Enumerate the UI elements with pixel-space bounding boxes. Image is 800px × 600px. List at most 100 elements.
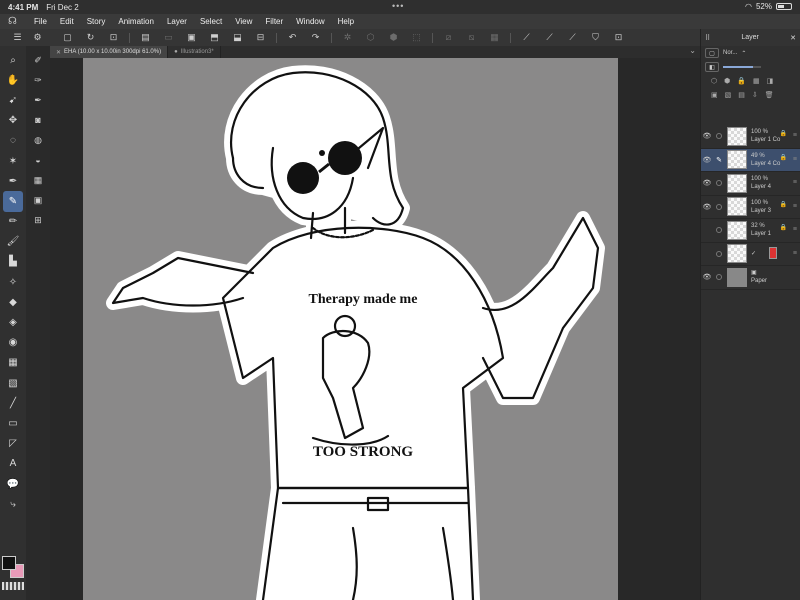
lasso-tool-icon[interactable]: ◌: [3, 131, 23, 151]
merge-icon[interactable]: ⇩: [752, 91, 758, 99]
fill-icon[interactable]: ⬡: [359, 31, 382, 45]
delete-layer-icon[interactable]: 🗑: [765, 91, 774, 99]
new-folder-icon[interactable]: ▤: [738, 91, 745, 99]
edit-pen-icon[interactable]: ✎: [713, 156, 725, 164]
blend-mode-value[interactable]: Nor...: [723, 50, 737, 56]
mask-icon[interactable]: ◨: [767, 77, 774, 85]
layer-target[interactable]: [713, 227, 725, 234]
opacity-slider[interactable]: [723, 66, 761, 68]
sub-tool-pen-icon[interactable]: ✐: [29, 50, 47, 70]
eyedropper-icon[interactable]: ✒: [3, 171, 23, 191]
save-icon[interactable]: ▣: [180, 31, 203, 45]
lock-icon[interactable]: 🔒: [737, 77, 746, 85]
redo-icon[interactable]: ↷: [304, 31, 327, 45]
settings-gear-icon[interactable]: ⚙: [26, 31, 49, 45]
frame-tool-icon[interactable]: ▭: [3, 413, 23, 433]
open-file-icon[interactable]: ▭: [157, 31, 180, 45]
layer-target[interactable]: [713, 250, 725, 257]
sub-tool-ink-icon[interactable]: ✑: [29, 70, 47, 90]
layer-target[interactable]: [713, 203, 725, 210]
app-logo-icon[interactable]: ☊: [8, 16, 24, 27]
gradient-tool-icon[interactable]: ▦: [3, 353, 23, 373]
layer-row-folder[interactable]: ✓ ≡: [701, 243, 800, 266]
hand-tool-icon[interactable]: ✋: [3, 70, 23, 90]
new-file-icon[interactable]: ▤: [134, 31, 157, 45]
line-tool-icon[interactable]: ╱: [3, 393, 23, 413]
transform-icon[interactable]: ⬢: [382, 31, 405, 45]
zoom-tool-icon[interactable]: ⌕: [3, 50, 23, 70]
layer-menu-icon[interactable]: ≡: [793, 179, 797, 186]
lock-icon[interactable]: 🔒: [780, 154, 787, 161]
lock-icon[interactable]: 🔒: [780, 224, 787, 231]
selection-mask-icon[interactable]: ▦: [483, 31, 506, 45]
figure-tool-icon[interactable]: ▧: [3, 373, 23, 393]
layer-row[interactable]: 👁 100 % Layer 4 ≡: [701, 172, 800, 196]
sub-tool-brush-icon[interactable]: ◍: [29, 130, 47, 150]
panel-close-icon[interactable]: ✕: [790, 34, 796, 42]
blend-mode-button[interactable]: ▢: [705, 48, 719, 58]
move-tool-icon[interactable]: ✥: [3, 111, 23, 131]
layer-target[interactable]: [713, 133, 725, 140]
ruler-tool-icon[interactable]: ◸: [3, 434, 23, 454]
visibility-eye-icon[interactable]: 👁: [701, 179, 713, 187]
tab-eha[interactable]: ✕ EHA (10.00 x 10.00in 300dpi 61.0%): [50, 46, 169, 58]
undo-icon[interactable]: ↶: [281, 31, 304, 45]
color-pattern-icon[interactable]: [2, 582, 24, 590]
layer-menu-icon[interactable]: ≡: [793, 132, 797, 139]
airbrush-tool-icon[interactable]: ▙: [3, 252, 23, 272]
main-color-swatch[interactable]: [2, 556, 16, 570]
visibility-eye-icon[interactable]: 👁: [701, 273, 713, 281]
share-icon[interactable]: ⬓: [226, 31, 249, 45]
sub-tool-box-icon[interactable]: ▣: [29, 190, 47, 210]
crop-icon[interactable]: ⧄: [437, 31, 460, 45]
visibility-eye-icon[interactable]: 👁: [701, 156, 713, 164]
color-swatch[interactable]: [2, 556, 24, 578]
sub-tool-gpen-icon[interactable]: ✒: [29, 90, 47, 110]
layer-row[interactable]: 👁 100 % Layer 3 🔒 ≡: [701, 196, 800, 219]
rotate-view-icon[interactable]: ↻: [79, 31, 102, 45]
invert-selection-icon[interactable]: ⧅: [460, 31, 483, 45]
visibility-eye-icon[interactable]: 👁: [701, 132, 713, 140]
quick-access-icon[interactable]: ▢: [56, 31, 79, 45]
close-tab-icon[interactable]: ✕: [56, 49, 61, 56]
chevron-icon[interactable]: ⌃: [741, 50, 746, 57]
fill-tool-icon[interactable]: ◉: [3, 333, 23, 353]
menu-layer[interactable]: Layer: [167, 17, 187, 26]
layer-row[interactable]: 👁 100 % Layer 1 Co 🔒 ≡: [701, 125, 800, 149]
snap-grid-icon[interactable]: ⟋: [561, 31, 584, 45]
layer-row[interactable]: 32 % Layer 1 🔒 ≡: [701, 219, 800, 243]
opacity-button[interactable]: ◧: [705, 62, 719, 72]
sub-tool-marker-icon[interactable]: ◙: [29, 110, 47, 130]
pen-tool-icon[interactable]: ✎: [3, 191, 23, 212]
decoration-tool-icon[interactable]: ✧: [3, 272, 23, 292]
clip-icon[interactable]: ⬡: [711, 77, 717, 85]
layer-menu-icon[interactable]: ≡: [793, 226, 797, 233]
export-icon[interactable]: ⬒: [203, 31, 226, 45]
pencil-tool-icon[interactable]: ✏: [3, 212, 23, 232]
menu-file[interactable]: File: [34, 17, 47, 26]
menu-animation[interactable]: Animation: [118, 17, 154, 26]
layer-row-paper[interactable]: 👁 ▣ Paper: [701, 266, 800, 290]
menu-edit[interactable]: Edit: [60, 17, 74, 26]
menu-select[interactable]: Select: [200, 17, 222, 26]
menu-filter[interactable]: Filter: [265, 17, 283, 26]
flip-icon[interactable]: ⛉: [584, 31, 607, 45]
sub-tool-grid-icon[interactable]: ▦: [29, 170, 47, 190]
new-raster-layer-icon[interactable]: ▣: [711, 91, 718, 99]
magic-wand-icon[interactable]: ✶: [3, 151, 23, 171]
menu-story[interactable]: Story: [87, 17, 106, 26]
panel-grip-icon[interactable]: ⠿: [705, 34, 710, 42]
balloon-tool-icon[interactable]: 💬: [3, 474, 23, 494]
undo-history-icon[interactable]: ⊡: [102, 31, 125, 45]
lock-icon[interactable]: 🔒: [780, 201, 787, 208]
lock-icon[interactable]: 🔒: [780, 130, 787, 137]
layer-menu-icon[interactable]: ≡: [793, 156, 797, 163]
menu-help[interactable]: Help: [338, 17, 354, 26]
snap-ruler-icon[interactable]: ⟋: [538, 31, 561, 45]
correct-line-tool-icon[interactable]: ⤷: [3, 494, 23, 514]
blend-tool-icon[interactable]: ◈: [3, 312, 23, 332]
eraser-tool-icon[interactable]: ◆: [3, 292, 23, 312]
new-vector-layer-icon[interactable]: ▧: [725, 91, 732, 99]
visibility-eye-icon[interactable]: 👁: [701, 203, 713, 211]
layer-target[interactable]: [713, 274, 725, 281]
